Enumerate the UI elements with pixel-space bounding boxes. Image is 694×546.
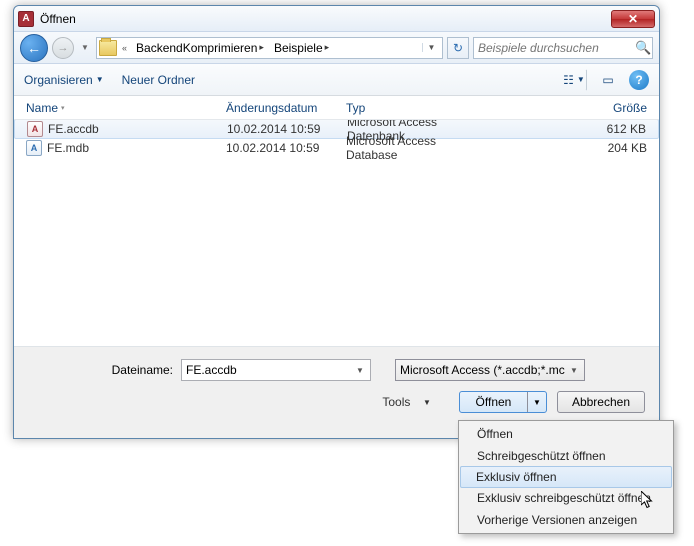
file-list[interactable]: A FE.accdb 10.02.2014 10:59Microsoft Acces… [14,120,659,310]
column-header-modified[interactable]: Änderungsdatum [214,96,334,119]
help-icon: ? [635,73,642,87]
file-name: FE.accdb [48,122,99,136]
titlebar: A Öffnen ✕ [14,6,659,32]
address-bar[interactable]: « BackendKomprimieren▸ Beispiele▸ ▼ [96,37,443,59]
chevron-down-icon: ▼ [577,75,585,84]
file-size: 612 KB [503,120,658,138]
open-button[interactable]: Öffnen ▼ [459,391,547,413]
file-modified: 10.02.2014 10:59 [214,138,334,158]
filename-label: Dateiname: [28,363,173,377]
chevron-down-icon[interactable]: ▼ [566,366,582,375]
new-folder-button[interactable]: Neuer Ordner [122,73,195,87]
breadcrumb-segment-2[interactable]: Beispiele▸ [270,38,333,58]
open-mode-dropdown[interactable]: ÖffnenSchreibgeschützt öffnenExklusiv öf… [458,420,674,534]
open-button-main[interactable]: Öffnen [460,392,528,412]
filename-value: FE.accdb [186,363,237,377]
folder-icon [99,40,117,56]
pane-icon: ▭ [602,73,613,87]
column-header-name[interactable]: Name▾ [14,96,214,119]
preview-pane-button[interactable]: ▭ [595,69,621,91]
file-icon: A [26,140,42,156]
column-header-type[interactable]: Typ [334,96,502,119]
address-dropdown[interactable]: ▼ [422,43,440,52]
file-modified: 10.02.2014 10:59 [215,120,335,138]
file-size: 204 KB [502,138,659,158]
file-name: FE.mdb [47,141,89,155]
search-box[interactable]: 🔍 [473,37,653,59]
toolbar: Organisieren▼ Neuer Ordner ☷▼ ▭ ? [14,64,659,96]
file-row[interactable]: AFE.accdb10.02.2014 10:59Microsoft Acces… [14,120,659,139]
filetype-value: Microsoft Access (*.accdb;*.mc [400,363,565,377]
tools-menu[interactable]: Tools ▼ [382,395,431,409]
nav-history-dropdown[interactable]: ▼ [78,37,92,59]
dropdown-item[interactable]: Öffnen [461,423,671,445]
arrow-left-icon: ← [27,40,41,56]
refresh-button[interactable]: ↻ [447,37,469,59]
chevron-right-icon: ▸ [259,42,264,53]
open-dialog: A Öffnen ✕ ← → ▼ « BackendKomprimieren▸ … [13,5,660,439]
arrow-right-icon: → [58,42,69,54]
column-headers: Name▾ Änderungsdatum Typ Größe [14,96,659,120]
file-type: Microsoft Access Database [334,138,502,158]
view-menu[interactable]: ☷▼ [561,69,587,91]
nav-bar: ← → ▼ « BackendKomprimieren▸ Beispiele▸ … [14,32,659,64]
cancel-button[interactable]: Abbrechen [557,391,645,413]
file-icon: A [27,121,43,137]
filename-combo[interactable]: FE.accdb ▼ [181,359,371,381]
view-icon: ☷ [563,73,574,87]
organize-menu[interactable]: Organisieren▼ [24,73,104,87]
dropdown-item[interactable]: Exklusiv schreibgeschützt öffnen [461,487,671,509]
filetype-combo[interactable]: Microsoft Access (*.accdb;*.mc ▼ [395,359,585,381]
chevron-down-icon: ▾ [61,104,65,112]
chevron-down-icon: ▼ [96,75,104,84]
close-button[interactable]: ✕ [611,10,655,28]
dropdown-item[interactable]: Exklusiv öffnen [460,466,672,488]
nav-forward-button[interactable]: → [52,37,74,59]
search-input[interactable] [478,41,635,55]
chevron-right-icon: ▸ [325,42,330,53]
file-row[interactable]: A FE.mdb 10.02.2014 10:59Microsoft Access … [14,138,659,158]
dropdown-item[interactable]: Vorherige Versionen anzeigen [461,509,671,531]
close-icon: ✕ [628,12,638,26]
chevron-down-icon: ▼ [423,398,431,407]
open-button-dropdown[interactable]: ▼ [528,398,546,407]
title-text: Öffnen [40,12,611,26]
search-icon[interactable]: 🔍 [635,40,651,56]
app-icon: A [18,11,34,27]
chevron-down-icon[interactable]: ▼ [352,366,368,375]
column-header-size[interactable]: Größe [502,96,659,119]
nav-back-button[interactable]: ← [20,34,48,62]
breadcrumb-prefix: « [119,43,130,53]
refresh-icon: ↻ [453,41,463,55]
breadcrumb-segment-1[interactable]: BackendKomprimieren▸ [132,38,268,58]
help-button[interactable]: ? [629,70,649,90]
dropdown-item[interactable]: Schreibgeschützt öffnen [461,445,671,467]
